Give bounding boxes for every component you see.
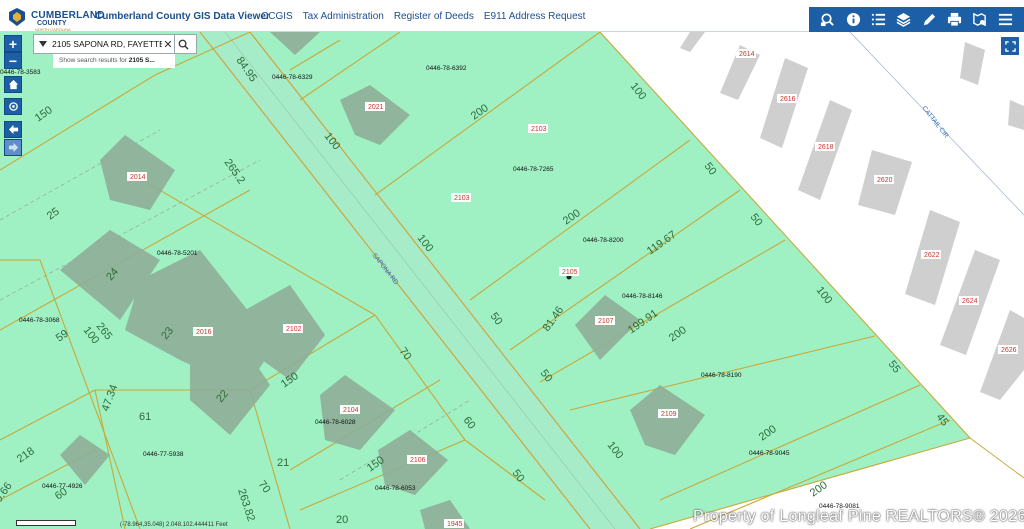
parcel-id-label: 0446-78-8146 <box>622 293 663 300</box>
logo-mark-icon <box>9 8 25 26</box>
address-label: 2104 <box>343 407 359 414</box>
fullscreen-icon <box>1004 40 1016 52</box>
app-header: CUMBERLAND COUNTY NORTH CAROLINA Cumberl… <box>0 0 1024 32</box>
dimension-label: 21 <box>277 457 289 469</box>
address-label: 2622 <box>924 252 940 259</box>
parcel-id-label: 0446-78-9045 <box>749 450 790 457</box>
address-label: 1945 <box>447 521 463 528</box>
map-settings-icon[interactable] <box>970 10 990 30</box>
county-logo[interactable]: CUMBERLAND COUNTY NORTH CAROLINA <box>6 6 104 32</box>
address-label: 2014 <box>130 174 146 181</box>
arrow-right-icon <box>8 142 18 153</box>
suggestion-prefix: Show search results for <box>59 57 127 64</box>
parcel-id-label: 0446-78-3068 <box>19 317 60 324</box>
list-icon[interactable] <box>868 10 888 30</box>
home-icon <box>8 79 18 90</box>
search-icon <box>178 39 189 50</box>
parcel-id-label: 0446-78-6028 <box>315 419 356 426</box>
fullscreen-button[interactable] <box>1001 37 1019 55</box>
map-toolbar <box>809 7 1024 32</box>
dimension-label: 20 <box>336 514 348 526</box>
caret-down-icon <box>39 41 47 47</box>
home-extent-button[interactable] <box>4 76 22 93</box>
address-label: 2109 <box>661 411 677 418</box>
parcel-id-label: 0446-78-6329 <box>272 74 313 81</box>
parcel-id-label: 0446-77-5938 <box>143 451 184 458</box>
suggestion-term: 2105 S... <box>128 57 155 64</box>
parcel-id-label: 0446-78-7265 <box>513 166 554 173</box>
address-label: 2103 <box>454 195 470 202</box>
gis-viewer: CUMBERLAND COUNTY NORTH CAROLINA Cumberl… <box>0 0 1024 529</box>
search-parcel-icon[interactable] <box>818 10 838 30</box>
logo-line2: COUNTY <box>37 20 67 27</box>
address-label: 2626 <box>1001 347 1017 354</box>
dimension-label: 61 <box>139 411 151 423</box>
address-label: 2106 <box>410 457 426 464</box>
zoom-out-button[interactable]: − <box>4 52 22 69</box>
app-title: Cumberland County GIS Data Viewer <box>95 11 270 22</box>
info-icon[interactable] <box>843 10 863 30</box>
locate-icon <box>8 102 18 111</box>
search-button[interactable] <box>174 35 192 53</box>
nav-link-e911-address-request[interactable]: E911 Address Request <box>484 11 586 22</box>
parcel-id-label: 0446-78-8200 <box>583 237 624 244</box>
nav-link-tax-administration[interactable]: Tax Administration <box>303 11 384 22</box>
search-suggestion[interactable]: Show search results for 2105 S... <box>53 54 175 68</box>
next-extent-button[interactable] <box>4 139 22 156</box>
zoom-in-button[interactable]: + <box>4 35 22 52</box>
arrow-left-icon <box>8 124 18 135</box>
address-label: 2616 <box>780 96 796 103</box>
parcel-id-label: 0446-78-5201 <box>157 250 198 257</box>
watermark: Property of Longleaf Pine REALTORS® 2026 <box>693 508 1024 525</box>
locate-button[interactable] <box>4 98 22 115</box>
nav-link-ccgis[interactable]: CCGIS <box>261 11 293 22</box>
clear-search-icon[interactable]: ✕ <box>162 35 174 53</box>
address-label: 2614 <box>739 51 755 58</box>
parcel-id-label: 0446-78-6392 <box>426 65 467 72</box>
address-label: 2107 <box>598 318 614 325</box>
menu-icon[interactable] <box>995 10 1015 30</box>
address-search: ✕ <box>33 34 197 54</box>
layers-icon[interactable] <box>894 10 914 30</box>
print-icon[interactable] <box>945 10 965 30</box>
coordinates-readout: (-78.964,35.048) 2.048.102.444411 Feet <box>120 522 228 528</box>
search-source-dropdown[interactable] <box>34 35 52 53</box>
address-label: 2618 <box>818 144 834 151</box>
address-label: 2105 <box>562 269 578 276</box>
draw-pencil-icon[interactable] <box>919 10 939 30</box>
search-input[interactable] <box>52 39 162 49</box>
address-label: 2103 <box>531 126 547 133</box>
parcel-id-label: 0446-78-6053 <box>375 485 416 492</box>
address-label: 2016 <box>196 329 212 336</box>
address-label: 2021 <box>368 104 384 111</box>
parcel-map[interactable]: SAPONA RD CATTAIL CIR 0446-78-3583 0446-… <box>0 32 1024 529</box>
scale-bar <box>16 520 76 526</box>
top-nav: CCGIS Tax Administration Register of Dee… <box>261 11 585 22</box>
address-label: 2102 <box>286 326 302 333</box>
address-label: 2624 <box>962 298 978 305</box>
nav-link-register-of-deeds[interactable]: Register of Deeds <box>394 11 474 22</box>
parcel-id-label: 0446-78-8190 <box>701 372 742 379</box>
previous-extent-button[interactable] <box>4 121 22 138</box>
logo-tagline: NORTH CAROLINA <box>35 27 71 32</box>
map-canvas[interactable]: SAPONA RD CATTAIL CIR 0446-78-3583 0446-… <box>0 32 1024 529</box>
address-label: 2620 <box>877 177 893 184</box>
parcel-id-label: 0446-78-3583 <box>0 69 41 76</box>
